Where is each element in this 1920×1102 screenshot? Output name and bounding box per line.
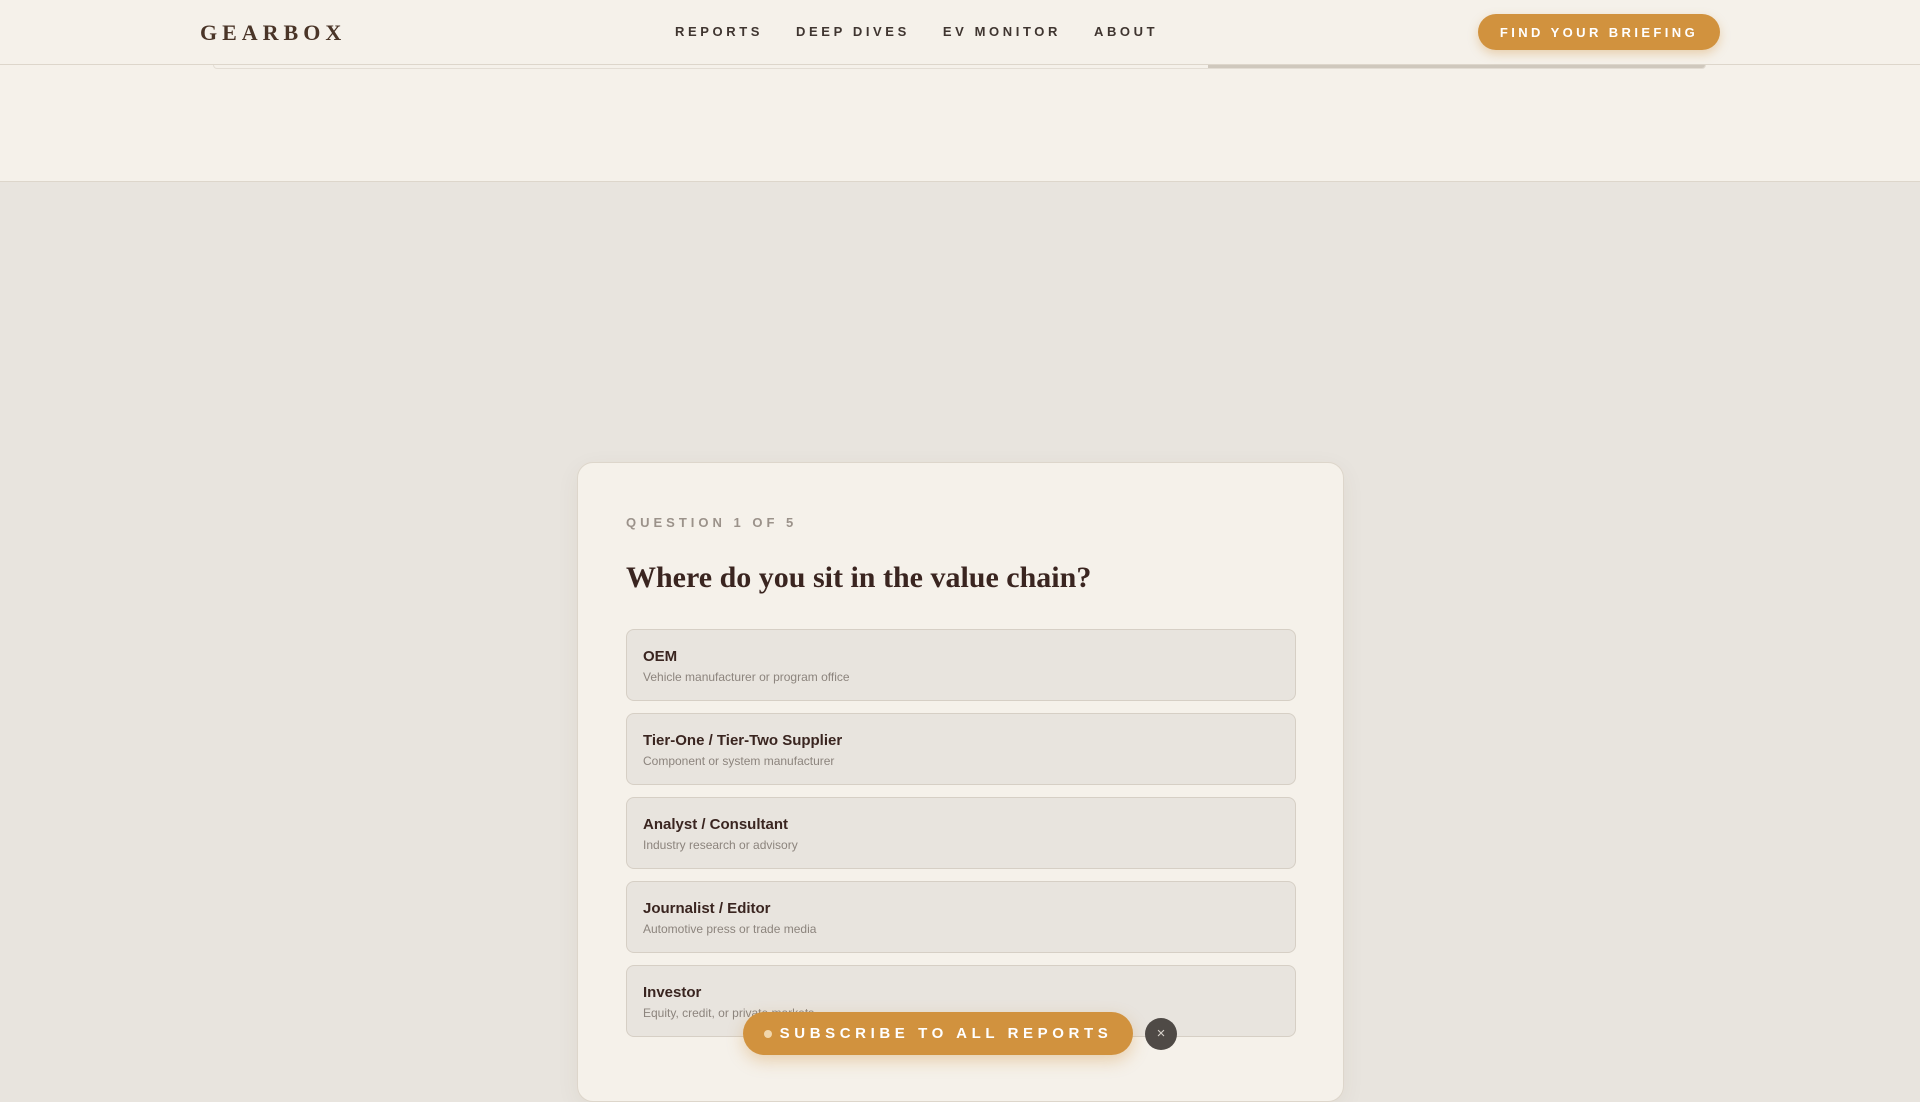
nav-reports[interactable]: REPORTS <box>675 24 763 39</box>
hero-tab-strip <box>213 65 1706 69</box>
nav-about[interactable]: ABOUT <box>1094 24 1158 39</box>
site-header: GEARBOX REPORTS DEEP DIVES EV MONITOR AB… <box>0 0 1920 65</box>
option-title: Analyst / Consultant <box>643 816 789 833</box>
main-nav: REPORTS DEEP DIVES EV MONITOR ABOUT <box>675 24 1191 39</box>
answer-options: OEM Vehicle manufacturer or program offi… <box>626 629 1296 1049</box>
close-icon[interactable]: × <box>1145 1018 1177 1050</box>
subscribe-label: SUBSCRIBE TO ALL REPORTS <box>779 1025 1113 1042</box>
question-title: Where do you sit in the value chain? <box>626 561 1092 594</box>
option-title: Investor <box>643 984 702 1001</box>
nav-ev-monitor[interactable]: EV MONITOR <box>943 24 1061 39</box>
option-journalist[interactable]: Journalist / Editor Automotive press or … <box>626 881 1296 953</box>
option-analyst[interactable]: Analyst / Consultant Industry research o… <box>626 797 1296 869</box>
subscribe-all-reports-button[interactable]: SUBSCRIBE TO ALL REPORTS <box>743 1012 1133 1055</box>
option-supplier[interactable]: Tier-One / Tier-Two Supplier Component o… <box>626 713 1296 785</box>
site-logo[interactable]: GEARBOX <box>200 20 346 46</box>
find-briefing-button[interactable]: FIND YOUR BRIEFING <box>1478 14 1720 50</box>
dot-icon <box>763 1029 772 1038</box>
hero-tab-indicator <box>1208 65 1705 68</box>
nav-deep-dives[interactable]: DEEP DIVES <box>796 24 910 39</box>
option-title: OEM <box>643 648 678 665</box>
option-description: Component or system manufacturer <box>643 754 835 768</box>
option-description: Industry research or advisory <box>643 838 798 852</box>
quiz-card: QUESTION 1 OF 5 Where do you sit in the … <box>577 462 1344 1102</box>
option-description: Automotive press or trade media <box>643 922 817 936</box>
option-title: Tier-One / Tier-Two Supplier <box>643 732 843 749</box>
option-description: Vehicle manufacturer or program office <box>643 670 850 684</box>
option-title: Journalist / Editor <box>643 900 771 917</box>
hero-band <box>0 65 1920 182</box>
question-progress-label: QUESTION 1 OF 5 <box>626 515 798 530</box>
option-oem[interactable]: OEM Vehicle manufacturer or program offi… <box>626 629 1296 701</box>
